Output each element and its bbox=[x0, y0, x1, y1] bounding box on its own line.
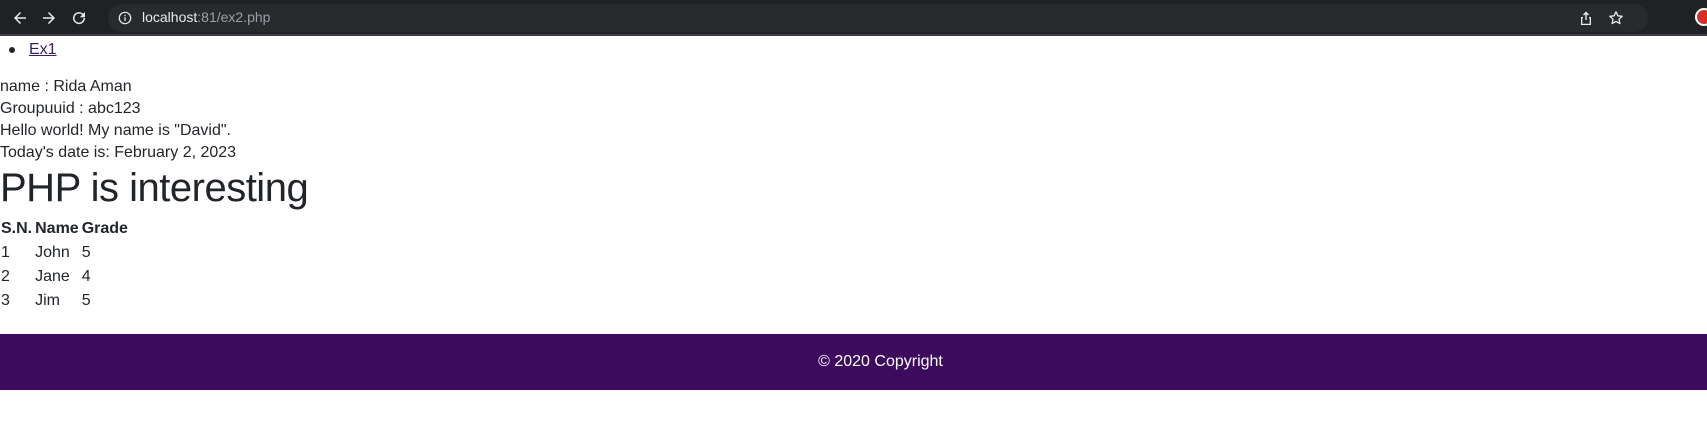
table-row: 2 Jane 4 bbox=[0, 265, 130, 289]
nav-item: Ex1 bbox=[9, 40, 1707, 60]
hello-line: Hello world! My name is "David". bbox=[0, 122, 231, 139]
info-icon[interactable] bbox=[118, 11, 132, 25]
column-header-name: Name bbox=[35, 220, 79, 237]
column-header-grade: Grade bbox=[81, 220, 128, 237]
table-row: 1 John 5 bbox=[0, 241, 130, 265]
reload-button[interactable] bbox=[67, 6, 91, 30]
name-line: name : Rida Aman bbox=[0, 78, 132, 95]
nav-list: Ex1 bbox=[0, 40, 1707, 68]
reload-icon bbox=[73, 12, 86, 25]
cell-grade: 5 bbox=[81, 244, 91, 261]
cell-sn: 3 bbox=[1, 292, 10, 309]
ex1-link[interactable]: Ex1 bbox=[29, 41, 57, 58]
page-footer: © 2020 Copyright bbox=[0, 334, 1707, 390]
column-header-sn: S.N. bbox=[1, 220, 33, 237]
group-line: Groupuuid : abc123 bbox=[0, 100, 141, 117]
table-header-row: S.N. Name Grade bbox=[0, 217, 130, 241]
cell-name: John bbox=[35, 244, 70, 261]
arrow-right-icon bbox=[43, 12, 55, 24]
arrow-left-icon bbox=[14, 12, 26, 24]
cell-name: Jim bbox=[35, 292, 61, 309]
extension-icon[interactable] bbox=[1695, 8, 1707, 26]
cell-sn: 1 bbox=[1, 244, 10, 261]
cell-grade: 5 bbox=[81, 292, 91, 309]
url-host: localhost bbox=[142, 9, 198, 25]
copyright-text: © 2020 Copyright bbox=[818, 353, 943, 370]
back-button[interactable] bbox=[8, 6, 32, 30]
cell-grade: 4 bbox=[81, 268, 91, 285]
cell-sn: 2 bbox=[1, 268, 10, 285]
date-line: Today's date is: February 2, 2023 bbox=[0, 144, 237, 161]
table-row: 3 Jim 5 bbox=[0, 289, 130, 313]
url-path: :81/ex2.php bbox=[197, 9, 271, 25]
url-text: localhost:81/ex2.php bbox=[142, 9, 270, 25]
share-icon[interactable] bbox=[1578, 10, 1594, 26]
forward-button[interactable] bbox=[37, 6, 61, 30]
address-bar[interactable]: localhost:81/ex2.php bbox=[108, 4, 1648, 32]
grades-table: S.N. Name Grade 1 John 5 2 Jane 4 3 Jim … bbox=[0, 217, 130, 313]
page-content: Ex1 name : Rida Aman Groupuuid : abc123 … bbox=[0, 40, 1707, 313]
page-heading: PHP is interesting bbox=[0, 166, 309, 210]
browser-toolbar: localhost:81/ex2.php bbox=[0, 0, 1707, 36]
info-lines: name : Rida Aman Groupuuid : abc123 Hell… bbox=[0, 76, 1707, 164]
cell-name: Jane bbox=[35, 268, 70, 285]
star-icon[interactable] bbox=[1608, 10, 1624, 26]
